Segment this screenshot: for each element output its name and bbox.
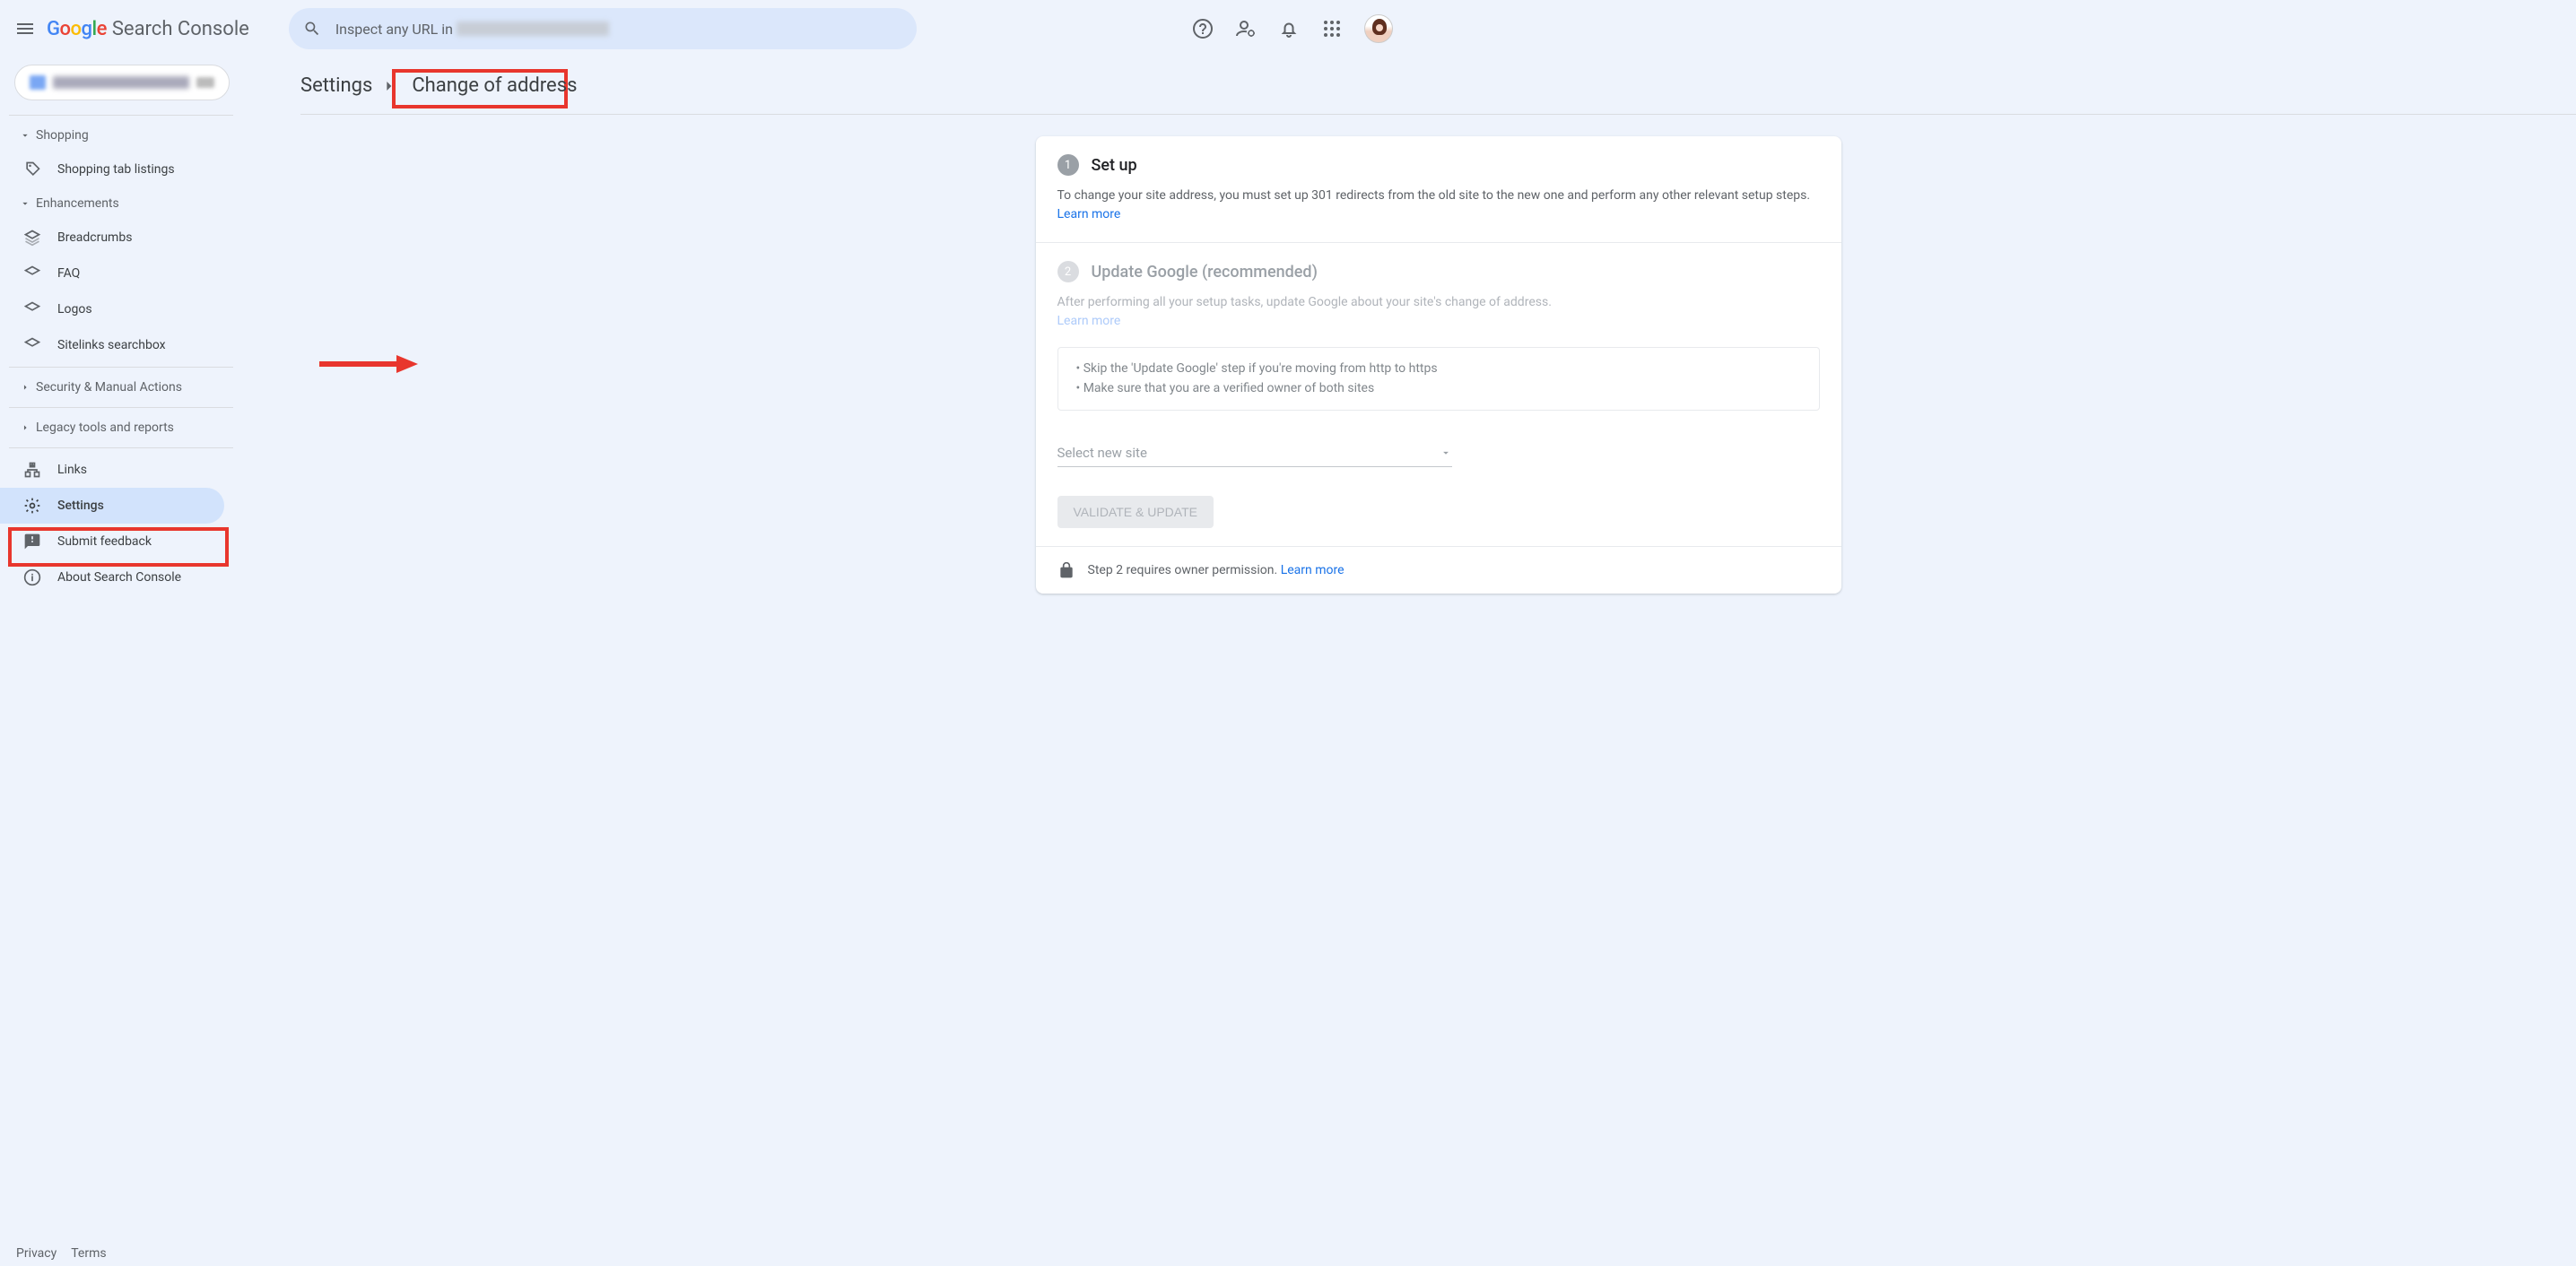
step-2: 2 Update Google (recommended) After perf… [1036,242,1841,546]
property-selector[interactable] [14,65,230,100]
chevron-down-icon [1440,447,1452,459]
sidebar-item-label: Links [57,463,87,477]
chevron-right-icon [20,422,31,434]
layers-icon [23,264,41,282]
sidebar-item-breadcrumbs[interactable]: Breadcrumbs [0,220,251,256]
user-settings-icon[interactable] [1235,18,1257,39]
layers-icon [23,300,41,318]
sidebar-item-faq[interactable]: FAQ [0,256,251,291]
layers-icon [23,336,41,354]
sidebar-item-label: Shopping tab listings [57,162,175,177]
gear-icon [23,497,41,515]
tip-line: • Skip the 'Update Google' step if you'r… [1076,359,1801,378]
sidebar-item-feedback[interactable]: Submit feedback [0,524,251,559]
breadcrumb-parent[interactable]: Settings [300,74,372,97]
step-title: Set up [1092,156,1137,175]
property-sub-redacted [196,77,214,88]
chevron-down-icon [20,198,31,210]
search-input[interactable]: Inspect any URL in [289,8,917,49]
validate-update-button[interactable]: VALIDATE & UPDATE [1057,496,1214,528]
chevron-right-icon [379,77,397,95]
step-description: To change your site address, you must se… [1057,186,1820,224]
sidebar-item-about[interactable]: About Search Console [0,559,251,595]
tips-box: • Skip the 'Update Google' step if you'r… [1057,347,1820,411]
sidebar-item-label: FAQ [57,266,80,281]
sidebar-item-shopping-tab[interactable]: Shopping tab listings [0,152,251,187]
sidebar-item-links[interactable]: Links [0,452,251,488]
footer-text: Step 2 requires owner permission. Learn … [1088,563,1345,577]
sidebar-item-label: Logos [57,302,92,316]
breadcrumb-current: Change of address [405,71,584,100]
sidebar-section-label: Legacy tools and reports [36,421,174,435]
sidebar-section-security[interactable]: Security & Manual Actions [0,371,251,403]
learn-more-link[interactable]: Learn more [1057,207,1121,221]
google-logo: Google [47,18,107,40]
sidebar-item-label: Settings [57,499,104,513]
avatar[interactable] [1364,14,1393,43]
breadcrumb: Settings Change of address [300,57,2576,115]
sidebar-item-logos[interactable]: Logos [0,291,251,327]
property-favicon-redacted [30,75,46,90]
dropdown-placeholder: Select new site [1057,445,1147,461]
step-1: 1 Set up To change your site address, yo… [1036,136,1841,242]
sidebar-item-label: Sitelinks searchbox [57,338,166,352]
logo[interactable]: Google Search Console [47,18,249,40]
privacy-link[interactable]: Privacy [16,1246,57,1261]
lock-icon [1057,561,1075,579]
step-title: Update Google (recommended) [1092,263,1318,282]
sidebar-item-label: Submit feedback [57,534,152,549]
info-icon [23,568,41,586]
sitemap-icon [23,461,41,479]
terms-link[interactable]: Terms [71,1246,106,1261]
card-footer: Step 2 requires owner permission. Learn … [1036,546,1841,594]
learn-more-link[interactable]: Learn more [1281,563,1345,577]
sidebar: Shopping Shopping tab listings Enhanceme… [0,57,251,1266]
tip-line: • Make sure that you are a verified owne… [1076,378,1801,398]
sidebar-section-legacy[interactable]: Legacy tools and reports [0,412,251,444]
step-number: 1 [1057,154,1079,176]
hamburger-menu-icon[interactable] [14,18,36,39]
sidebar-section-enhancements[interactable]: Enhancements [0,187,251,220]
main-content: Settings Change of address 1 Set up To c… [300,57,2576,1266]
help-icon[interactable] [1192,18,1214,39]
sidebar-item-sitelinks[interactable]: Sitelinks searchbox [0,327,251,363]
sidebar-section-label: Security & Manual Actions [36,380,182,395]
step-number: 2 [1057,261,1079,282]
sidebar-section-label: Shopping [36,128,89,143]
tag-icon [23,160,41,178]
apps-icon[interactable] [1321,18,1343,39]
chevron-right-icon [20,382,31,394]
property-name-redacted [53,76,189,89]
search-placeholder: Inspect any URL in [335,21,453,38]
chevron-down-icon [20,130,31,142]
sidebar-section-shopping[interactable]: Shopping [0,119,251,152]
product-name: Search Console [112,18,249,40]
sidebar-item-settings[interactable]: Settings [0,488,224,524]
sidebar-section-label: Enhancements [36,196,119,211]
layers-icon [23,229,41,247]
header: Google Search Console Inspect any URL in [0,0,1407,57]
sidebar-item-label: About Search Console [57,570,181,585]
footer-links: Privacy Terms [16,1246,107,1261]
search-domain-redacted [457,22,609,36]
feedback-icon [23,533,41,551]
change-of-address-card: 1 Set up To change your site address, yo… [1036,136,1841,594]
select-new-site-dropdown[interactable]: Select new site [1057,439,1452,467]
bell-icon[interactable] [1278,18,1300,39]
sidebar-item-label: Breadcrumbs [57,230,132,245]
learn-more-link[interactable]: Learn more [1057,314,1121,328]
search-icon [303,20,321,38]
step-description: After performing all your setup tasks, u… [1057,293,1820,331]
